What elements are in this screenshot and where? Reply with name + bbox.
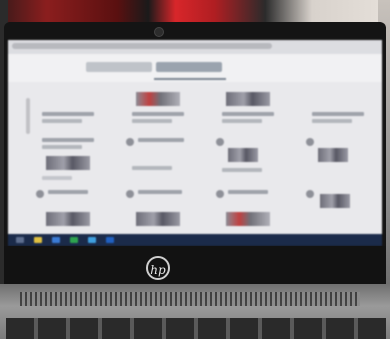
card-line [312,119,352,123]
start-icon [16,237,24,243]
card-thumbnail [46,156,90,170]
card-thumbnail [46,212,90,226]
avatar-icon [306,138,314,146]
course-card [216,92,286,136]
app-icon [70,237,78,243]
card-line [132,119,172,123]
card-line [132,166,172,170]
screen-chin [4,246,386,284]
avatar-icon [216,138,224,146]
tab-blurred-2 [156,62,222,72]
card-line [222,119,262,123]
card-line [222,168,262,172]
speaker-grille [20,292,360,306]
card-thumbnail [318,148,348,162]
card-line [138,138,184,142]
course-card [36,92,106,136]
avatar-icon [126,190,134,198]
card-line [312,112,364,116]
card-thumbnail [320,194,350,208]
card-line [42,138,94,142]
chrome-icon [88,237,96,243]
course-card [306,190,376,234]
word-icon [106,237,114,243]
card-thumbnail [136,92,180,106]
card-line [42,145,82,149]
card-line [42,112,94,116]
avatar-icon [306,190,314,198]
card-thumbnail [228,148,258,162]
course-card [306,92,376,136]
card-line [132,112,184,116]
tab-blurred-1 [86,62,152,72]
card-line [48,190,88,194]
course-card [36,190,106,234]
card-thumbnail [226,212,270,226]
card-thumbnail [226,92,270,106]
card-line [42,119,82,123]
avatar-icon [216,190,224,198]
edge-icon [52,237,60,243]
card-line [138,190,182,194]
scrollbar [26,98,30,134]
course-card [216,138,286,182]
page-tabs [8,54,382,82]
card-line [228,190,268,194]
hp-logo: hp [146,256,170,280]
course-card [36,138,106,182]
active-tab-indicator [154,78,226,80]
course-card [126,138,196,182]
folder-icon [34,237,42,243]
windows-taskbar [8,234,382,246]
laptop-photo: hp [0,0,390,339]
laptop-screen [8,40,382,246]
course-card [126,190,196,234]
avatar-icon [126,138,134,146]
card-line [222,112,274,116]
avatar-icon [36,190,44,198]
course-card [126,92,196,136]
card-thumbnail [136,212,180,226]
card-line [42,176,72,180]
keyboard-keys [6,318,386,339]
webcam-icon [154,27,164,37]
browser-address-bar [8,40,382,55]
course-card [216,190,286,234]
course-card [306,138,376,182]
address-text-blur [12,43,272,49]
